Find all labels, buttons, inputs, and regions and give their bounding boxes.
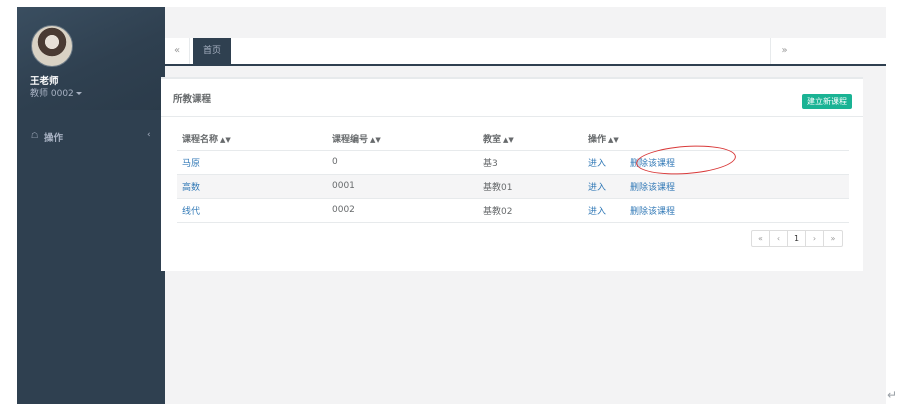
- page-next-button[interactable]: ›: [806, 231, 824, 246]
- page-number-button[interactable]: 1: [788, 231, 806, 246]
- delete-course-link[interactable]: 删除该课程: [630, 207, 675, 217]
- profile-block: 王老师 教师 0002: [17, 7, 165, 110]
- avatar[interactable]: [31, 25, 73, 67]
- new-course-button[interactable]: 建立新课程: [802, 94, 852, 109]
- pagination: « ‹ 1 › »: [751, 230, 843, 247]
- column-header-code[interactable]: 课程编号 ▲▼: [327, 128, 478, 151]
- page-prev-button[interactable]: ‹: [770, 231, 788, 246]
- tab-scroll-left-button[interactable]: «: [165, 38, 190, 64]
- column-header-label: 课程编号: [332, 135, 369, 146]
- column-header-name[interactable]: 课程名称 ▲▼: [177, 128, 327, 151]
- page-last-button[interactable]: »: [824, 231, 842, 246]
- user-role-dropdown[interactable]: 教师 0002: [30, 86, 82, 99]
- panel-title: 所教课程: [173, 94, 212, 105]
- sidebar: 王老师 教师 0002 ☖ 操作 ‹: [17, 7, 165, 404]
- column-header-room[interactable]: 教室 ▲▼: [478, 128, 583, 151]
- enter-course-link[interactable]: 进入: [588, 183, 606, 193]
- course-name-link[interactable]: 高数: [177, 174, 327, 199]
- course-code: 0002: [327, 198, 478, 223]
- table-row: 高数 0001 基教01 进入 删除该课程: [177, 174, 849, 199]
- user-role-label: 教师 0002: [30, 89, 74, 99]
- sort-icon: ▲▼: [608, 136, 619, 145]
- sidebar-item-operations[interactable]: ☖ 操作 ‹: [17, 126, 165, 146]
- sort-icon: ▲▼: [220, 136, 231, 145]
- page-first-button[interactable]: «: [752, 231, 770, 246]
- tab-bar: « 首页 »: [165, 38, 886, 66]
- enter-course-link[interactable]: 进入: [588, 207, 606, 217]
- course-actions: 进入 删除该课程: [583, 198, 849, 223]
- column-header-label: 教室: [483, 135, 502, 146]
- paragraph-return-icon: ↵: [887, 388, 898, 402]
- sort-icon: ▲▼: [370, 136, 381, 145]
- column-header-label: 操作: [588, 135, 607, 146]
- chevron-left-icon: ‹: [147, 130, 151, 140]
- caret-down-icon: [75, 92, 82, 95]
- course-name-link[interactable]: 马原: [177, 150, 327, 175]
- delete-course-link[interactable]: 删除该课程: [630, 183, 675, 193]
- enter-course-link[interactable]: 进入: [588, 159, 606, 169]
- course-code: 0: [327, 150, 478, 175]
- table-row: 马原 0 基3 进入 删除该课程: [177, 150, 849, 175]
- table-row: 线代 0002 基教02 进入 删除该课程: [177, 198, 849, 223]
- course-room: 基教01: [478, 174, 583, 199]
- course-room: 基教02: [478, 198, 583, 223]
- course-code: 0001: [327, 174, 478, 199]
- course-room: 基3: [478, 150, 583, 175]
- courses-panel: 所教课程 建立新课程 课程名称 ▲▼ 课程编号 ▲▼ 教室 ▲▼ 操作 ▲▼ 马原 0 …: [161, 77, 863, 271]
- home-icon: ☖: [31, 131, 39, 140]
- tab-home[interactable]: 首页: [193, 38, 231, 64]
- tab-scroll-right-button[interactable]: »: [770, 38, 798, 64]
- user-name: 王老师: [30, 76, 59, 87]
- sort-icon: ▲▼: [503, 136, 514, 145]
- table-header-row: 课程名称 ▲▼ 课程编号 ▲▼ 教室 ▲▼ 操作 ▲▼: [177, 128, 849, 151]
- courses-table: 课程名称 ▲▼ 课程编号 ▲▼ 教室 ▲▼ 操作 ▲▼ 马原 0 基3 进入 删除该课程 …: [177, 128, 849, 223]
- course-name-link[interactable]: 线代: [177, 198, 327, 223]
- divider: [161, 116, 863, 117]
- course-actions: 进入 删除该课程: [583, 174, 849, 199]
- sidebar-item-label: 操作: [44, 133, 64, 144]
- column-header-label: 课程名称: [182, 135, 219, 146]
